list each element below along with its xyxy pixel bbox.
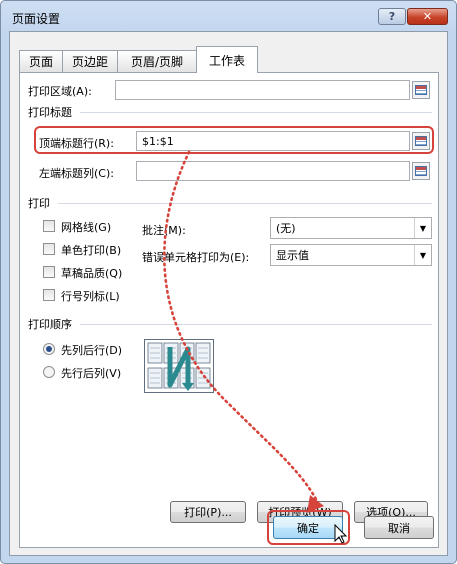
print-section: 打印: [28, 195, 432, 211]
title-cols-input[interactable]: [136, 161, 410, 181]
print-button[interactable]: 打印(P)...: [170, 501, 246, 523]
tab-sheet[interactable]: 工作表: [196, 46, 258, 73]
headings-label: 行号列标(L): [61, 290, 120, 303]
gridlines-label: 网格线(G): [61, 221, 112, 234]
print-area-collapse-button[interactable]: [412, 81, 430, 99]
ok-button[interactable]: 确定: [273, 516, 343, 539]
over-then-down-label: 先行后列(V): [61, 367, 122, 380]
dialog-body: 页面 页边距 页眉/页脚 工作表 打印区域(A): 打印标题 顶端标题行(R):…: [9, 31, 448, 556]
help-button[interactable]: ?: [378, 8, 406, 25]
cancel-button[interactable]: 取消: [364, 516, 434, 539]
print-heading: 打印: [28, 197, 50, 210]
print-area-label: 打印区域(A):: [28, 85, 92, 98]
gridlines-checkbox[interactable]: [43, 220, 55, 232]
print-titles-section: 打印标题: [28, 104, 432, 120]
comments-select[interactable]: (无) ▼: [270, 217, 432, 239]
page-order-heading: 打印顺序: [28, 318, 72, 331]
comments-label: 批注(M):: [142, 224, 186, 237]
headings-checkbox[interactable]: [43, 289, 55, 301]
tab-margins[interactable]: 页边距: [62, 50, 118, 72]
mono-checkbox[interactable]: [43, 243, 55, 255]
tab-page[interactable]: 页面: [19, 50, 63, 72]
title-cols-label: 左端标题列(C):: [39, 167, 114, 180]
title-cols-collapse-button[interactable]: [412, 162, 430, 180]
comments-value: (无): [276, 222, 296, 235]
close-button[interactable]: ✕: [407, 8, 448, 25]
chevron-down-icon: ▼: [414, 218, 431, 238]
errors-select[interactable]: 显示值 ▼: [270, 244, 432, 266]
tab-header-footer[interactable]: 页眉/页脚: [117, 50, 197, 72]
draft-label: 草稿品质(Q): [61, 267, 123, 280]
down-then-over-label: 先列后行(D): [61, 344, 123, 357]
page-order-preview-icon: [144, 339, 214, 393]
draft-checkbox[interactable]: [43, 266, 55, 278]
errors-value: 显示值: [276, 249, 309, 262]
range-picker-icon: [415, 85, 427, 95]
title-rows-highlight: [34, 126, 434, 154]
chevron-down-icon: ▼: [414, 245, 431, 265]
errors-label: 错误单元格打印为(E):: [142, 251, 250, 264]
down-then-over-radio[interactable]: [43, 343, 55, 355]
over-then-down-radio[interactable]: [43, 366, 55, 378]
sheet-tab-panel: 打印区域(A): 打印标题 顶端标题行(R): $1:$1 左端标题列(C): …: [19, 72, 439, 548]
dialog-title: 页面设置: [12, 12, 61, 26]
mono-label: 单色打印(B): [61, 244, 122, 257]
page-order-section: 打印顺序: [28, 316, 432, 332]
print-titles-heading: 打印标题: [28, 106, 72, 119]
page-setup-dialog: 页面设置 ? ✕ 页面 页边距 页眉/页脚 工作表 打印区域(A): 打印标题 …: [0, 0, 457, 564]
print-area-input[interactable]: [115, 80, 410, 100]
range-picker-icon: [415, 166, 427, 176]
